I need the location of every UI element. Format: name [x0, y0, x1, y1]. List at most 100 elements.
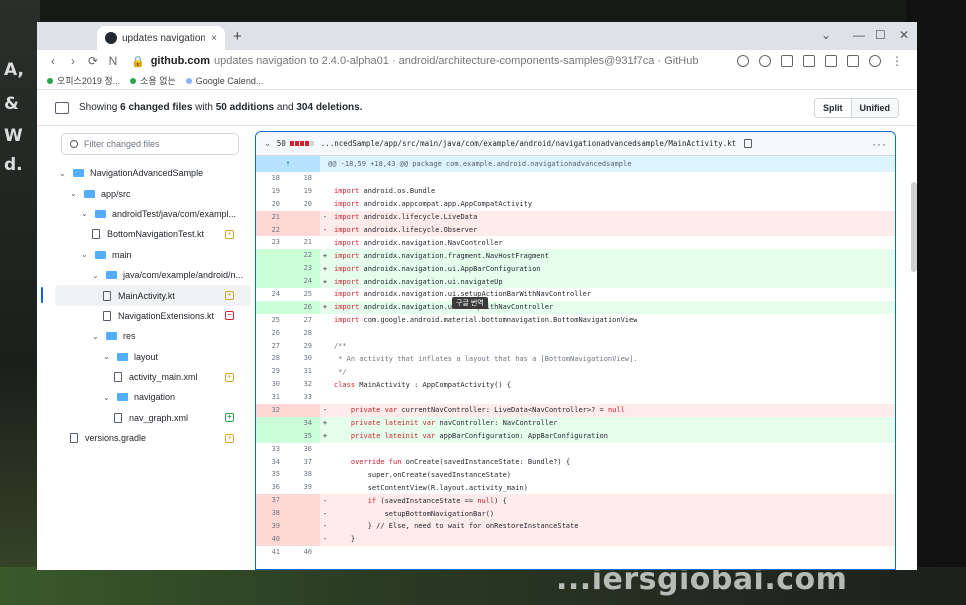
sidepanel-icon[interactable]	[847, 55, 859, 67]
new-line-number[interactable]: 36	[288, 443, 320, 456]
url-field[interactable]: 🔒 github.com updates navigation to 2.4.0…	[131, 52, 727, 70]
tree-file[interactable]: nav_graph.xml +	[55, 408, 251, 428]
more-options-icon[interactable]: ···	[872, 137, 887, 151]
filter-files-input[interactable]: Filter changed files	[61, 133, 239, 155]
tab-list-icon[interactable]	[803, 55, 815, 67]
back-button[interactable]: ‹	[45, 54, 61, 68]
new-line-number[interactable]: 23	[288, 262, 320, 276]
tree-folder[interactable]: ⌄ app/src	[55, 183, 251, 203]
toggle-file-tree-icon[interactable]	[55, 101, 69, 114]
tree-file[interactable]: MainActivity.kt •	[41, 285, 251, 306]
new-line-number[interactable]: 40	[288, 546, 320, 559]
new-line-number[interactable]	[288, 223, 320, 237]
minimize-button[interactable]: —	[853, 28, 865, 42]
chevron-down-icon[interactable]: ⌄	[70, 189, 80, 198]
old-line-number[interactable]: 31	[256, 391, 288, 404]
old-line-number[interactable]: 27	[256, 340, 288, 353]
bookmark-item[interactable]: 오피스2019 정...	[47, 74, 120, 87]
close-tab-icon[interactable]: ×	[211, 33, 217, 44]
chevron-down-icon[interactable]: ⌄	[92, 332, 102, 341]
page-scrollbar[interactable]	[911, 182, 917, 272]
tree-file[interactable]: versions.gradle •	[55, 428, 251, 448]
chevron-down-icon[interactable]: ⌄	[103, 352, 113, 361]
old-line-number[interactable]: 33	[256, 443, 288, 456]
expand-up-icon[interactable]: ⇡	[256, 156, 320, 172]
chevron-down-icon[interactable]: ⌄	[92, 271, 102, 280]
new-line-number[interactable]: 37	[288, 456, 320, 469]
reading-list-icon[interactable]	[781, 55, 793, 67]
new-line-number[interactable]: 35	[288, 429, 320, 443]
old-line-number[interactable]: 29	[256, 365, 288, 378]
unified-view-button[interactable]: Unified	[850, 98, 898, 117]
new-line-number[interactable]: 38	[288, 468, 320, 481]
extension-icon[interactable]	[759, 55, 771, 67]
old-line-number[interactable]	[256, 429, 288, 443]
old-line-number[interactable]: 37	[256, 494, 288, 508]
file-path[interactable]: ...ncedSample/app/src/main/java/com/exam…	[321, 139, 736, 148]
old-line-number[interactable]: 32	[256, 404, 288, 417]
old-line-number[interactable]: 28	[256, 352, 288, 365]
new-line-number[interactable]	[288, 507, 320, 521]
chevron-down-icon[interactable]: ⌄	[81, 209, 91, 218]
old-line-number[interactable]: 40	[256, 532, 288, 546]
new-line-number[interactable]: 39	[288, 481, 320, 494]
old-line-number[interactable]: 26	[256, 327, 288, 340]
old-line-number[interactable]: 30	[256, 378, 288, 391]
old-line-number[interactable]	[256, 262, 288, 276]
old-line-number[interactable]: 34	[256, 456, 288, 469]
old-line-number[interactable]: 18	[256, 172, 288, 185]
tree-file[interactable]: activity_main.xml •	[55, 367, 251, 387]
tab-search-icon[interactable]: ⌄	[821, 28, 831, 42]
extension-n-icon[interactable]: N	[105, 54, 121, 68]
new-line-number[interactable]: 25	[288, 288, 320, 301]
star-icon[interactable]	[737, 55, 749, 67]
new-line-number[interactable]: 22	[288, 249, 320, 263]
chevron-down-icon[interactable]: ⌄	[103, 393, 113, 402]
new-line-number[interactable]: 31	[288, 365, 320, 378]
browser-tab[interactable]: updates navigation to 2.4.0-alp ×	[97, 26, 225, 50]
reload-button[interactable]: ⟳	[85, 54, 101, 68]
menu-kebab-icon[interactable]: ⋮	[889, 54, 905, 68]
forward-button[interactable]: ›	[65, 54, 81, 68]
new-line-number[interactable]	[288, 210, 320, 224]
bookmark-item[interactable]: 소용 없는	[130, 74, 176, 87]
new-line-number[interactable]: 32	[288, 378, 320, 391]
close-window-button[interactable]: ✕	[899, 28, 909, 42]
old-line-number[interactable]: 39	[256, 520, 288, 533]
cast-icon[interactable]	[825, 55, 837, 67]
old-line-number[interactable]: 20	[256, 198, 288, 211]
old-line-number[interactable]: 24	[256, 288, 288, 301]
old-line-number[interactable]: 36	[256, 481, 288, 494]
new-line-number[interactable]: 19	[288, 185, 320, 198]
tree-folder[interactable]: ⌄ androidTest/java/com/exampl...	[55, 204, 251, 224]
tree-folder[interactable]: ⌄ NavigationAdvancedSample	[55, 163, 251, 183]
old-line-number[interactable]: 35	[256, 468, 288, 481]
new-line-number[interactable]	[288, 532, 320, 546]
new-line-number[interactable]: 18	[288, 172, 320, 185]
tree-folder[interactable]: ⌄ main	[55, 245, 251, 265]
profile-avatar-icon[interactable]	[869, 55, 881, 67]
new-line-number[interactable]: 29	[288, 340, 320, 353]
copy-path-icon[interactable]	[744, 139, 753, 148]
new-tab-button[interactable]: +	[233, 28, 242, 45]
new-line-number[interactable]: 21	[288, 236, 320, 249]
new-line-number[interactable]: 34	[288, 416, 320, 430]
new-line-number[interactable]: 24	[288, 275, 320, 289]
split-view-button[interactable]: Split	[815, 99, 851, 117]
tree-folder[interactable]: ⌄ layout	[55, 347, 251, 367]
new-line-number[interactable]	[288, 404, 320, 417]
bookmark-item[interactable]: Google Calend...	[185, 76, 263, 86]
old-line-number[interactable]: 38	[256, 507, 288, 521]
maximize-button[interactable]: ☐	[875, 28, 886, 42]
old-line-number[interactable]: 25	[256, 314, 288, 327]
new-line-number[interactable]	[288, 494, 320, 508]
tree-folder[interactable]: ⌄ res	[55, 326, 251, 346]
old-line-number[interactable]	[256, 416, 288, 430]
new-line-number[interactable]: 20	[288, 198, 320, 211]
tree-folder[interactable]: ⌄ navigation	[55, 387, 251, 407]
new-line-number[interactable]: 27	[288, 314, 320, 327]
tree-file[interactable]: NavigationExtensions.kt −	[55, 306, 251, 326]
new-line-number[interactable]: 30	[288, 352, 320, 365]
collapse-file-icon[interactable]: ⌄	[264, 139, 271, 148]
old-line-number[interactable]: 41	[256, 546, 288, 559]
